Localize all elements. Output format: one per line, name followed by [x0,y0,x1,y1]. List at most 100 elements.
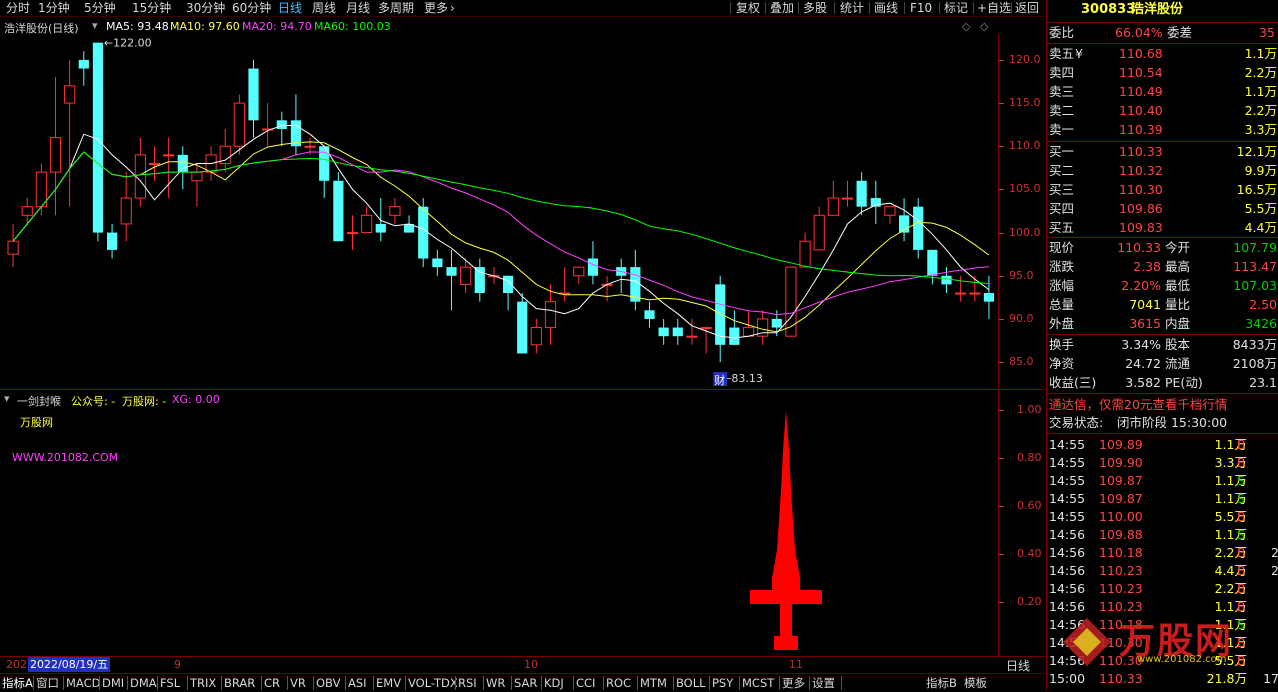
tab-cci[interactable]: CCI [576,674,595,692]
sell-volume: 2.2万 [1244,103,1277,118]
candle [884,206,896,224]
tab-emv[interactable]: EMV [376,674,401,692]
period-multi[interactable]: 多周期 [378,0,414,16]
tab-cn25[interactable]: 设置 [812,674,835,692]
buy-level-row[interactable]: 买三 110.30 16.5万 [1047,181,1278,199]
tick-row[interactable]: 14:56 110.18 2.2万 B 2 [1047,544,1278,562]
f10-button[interactable]: F10 [910,0,932,16]
indicator-chart[interactable] [0,390,998,656]
tick-row[interactable]: 14:56 109.88 1.1万 S [1047,526,1278,544]
period-1min[interactable]: 1分钟 [38,0,70,16]
sell-level-row[interactable]: 卖五 ¥110.68 1.1万 [1047,45,1278,63]
price-tick-label: 105.0 [1009,182,1041,196]
tab-cr[interactable]: CR [264,674,280,692]
tab-cn24[interactable]: 更多 [782,674,805,692]
buy-level-row[interactable]: 买二 110.32 9.9万 [1047,162,1278,180]
candle [729,310,740,345]
tab-macd[interactable]: MACD [66,674,100,692]
fundamentals-row[interactable]: 净资 24.72 流通 2108万 [1047,355,1278,373]
quote-row[interactable]: 涨跌 2.38 最高 113.47 [1047,258,1278,276]
candle-body [941,275,952,285]
period-toolbar: 分时 1分钟 5分钟 15分钟 30分钟 60分钟 日线 周线 月线 多周期 更… [0,0,1045,17]
period-30min[interactable]: 30分钟 [186,0,225,16]
overlay-button[interactable]: 叠加 [770,0,794,16]
sell-level-row[interactable]: 卖二 110.40 2.2万 [1047,102,1278,120]
tab-cn1[interactable]: 窗口 [36,674,59,692]
fundamentals-row[interactable]: 换手 3.34% 股本 8433万 [1047,336,1278,354]
period-60min[interactable]: 60分钟 [232,0,271,16]
ad-banner[interactable]: 通达信，仅需20元查看千档行情 [1049,396,1227,414]
period-weekly[interactable]: 周线 [312,0,336,16]
tab-vr[interactable]: VR [290,674,306,692]
more-arrow-icon[interactable]: › [450,0,455,16]
tab-boll[interactable]: BOLL [676,674,706,692]
tab-psy[interactable]: PSY [712,674,733,692]
sell-level-row[interactable]: 卖四 110.54 2.2万 [1047,64,1278,82]
period-monthly[interactable]: 月线 [346,0,370,16]
quote-row[interactable]: 外盘 3615 内盘 3426 [1047,315,1278,333]
sell-price: 110.40 [1119,103,1163,118]
tick-row[interactable]: 15:00 110.33 21.8万 17 [1047,670,1278,688]
tab-indicator-b[interactable]: 指标B [926,674,957,692]
tab-wr[interactable]: WR [486,674,505,692]
tick-row[interactable]: 14:55 109.89 1.1万 B [1047,436,1278,454]
price-tick-label: 115.0 [1009,96,1041,110]
tab-mtm[interactable]: MTM [640,674,667,692]
buy-level-row[interactable]: 买五 109.83 4.4万 [1047,219,1278,237]
high-annotation: ←122.00 [104,37,152,50]
tab-rsi[interactable]: RSI [458,674,477,692]
period-more[interactable]: 更多 [424,0,448,16]
pin-icon[interactable]: ◇ [980,20,988,33]
multi-stock-button[interactable]: 多股 [803,0,827,16]
quote-value: 110.33 [1117,240,1161,255]
tab-sar[interactable]: SAR [514,674,537,692]
tab-obv[interactable]: OBV [316,674,340,692]
tab-dma[interactable]: DMA [130,674,157,692]
diamond-icon[interactable]: ◇ [962,20,970,33]
tick-row[interactable]: 14:55 110.00 5.5万 B [1047,508,1278,526]
tick-time: 14:56 [1049,563,1086,578]
period-15min[interactable]: 15分钟 [132,0,171,16]
tab-vol-tdx[interactable]: VOL-TDX [408,674,458,692]
mark-button[interactable]: 标记 [944,0,968,16]
buy-level-row[interactable]: 买四 109.86 5.5万 [1047,200,1278,218]
draw-line-button[interactable]: 画线 [874,0,898,16]
tick-row[interactable]: 14:56 110.23 2.2万 B [1047,580,1278,598]
tick-row[interactable]: 14:55 109.87 1.1万 S [1047,490,1278,508]
add-watchlist-button[interactable]: +自选 [977,0,1011,16]
quote-row[interactable]: 涨幅 2.20% 最低 107.03 [1047,277,1278,295]
tab-dmi[interactable]: DMI [102,674,124,692]
fuquan-button[interactable]: 复权 [736,0,760,16]
back-button[interactable]: 返回 [1015,0,1039,16]
tab-template[interactable]: 模板 [964,674,987,692]
tab-fsl[interactable]: FSL [160,674,180,692]
tab-kdj[interactable]: KDJ [544,674,564,692]
fund-label: 收益(三) [1049,375,1097,390]
candlestick-chart[interactable]: ←122.00 ←83.13财 [0,34,1045,388]
buy-level-row[interactable]: 买一 110.33 12.1万 [1047,143,1278,161]
candle-body [233,102,245,147]
period-5min[interactable]: 5分钟 [84,0,116,16]
sell-level-row[interactable]: 卖一 110.39 3.3万 [1047,121,1278,139]
sell-level-row[interactable]: 卖三 110.49 1.1万 [1047,83,1278,101]
tab-asi[interactable]: ASI [348,674,367,692]
tab-roc[interactable]: ROC [606,674,631,692]
period-daily[interactable]: 日线 [278,0,302,16]
tab-trix[interactable]: TRIX [190,674,216,692]
ma5-label: MA5: 93.48 [106,20,169,33]
collapse-icon[interactable]: ▾ [92,19,98,32]
period-fenshi[interactable]: 分时 [6,0,30,16]
tick-row[interactable]: 14:55 109.90 3.3万 B [1047,454,1278,472]
tick-row[interactable]: 14:56 110.23 4.4万 B 2 [1047,562,1278,580]
tab-brar[interactable]: BRAR [224,674,255,692]
tab-mcst[interactable]: MCST [742,674,774,692]
tab-acn0[interactable]: 指标A [2,674,33,692]
candle [78,51,89,86]
candle-body [432,258,443,268]
fundamentals-row[interactable]: 收益(三) 3.582 PE(动) 23.1 [1047,374,1278,392]
tick-row[interactable]: 14:55 109.87 1.1万 S [1047,472,1278,490]
statistics-button[interactable]: 统计 [840,0,864,16]
quote-row[interactable]: 现价 110.33 今开 107.79 [1047,239,1278,257]
candle-body [304,145,316,148]
quote-row[interactable]: 总量 7041 量比 2.50 [1047,296,1278,314]
